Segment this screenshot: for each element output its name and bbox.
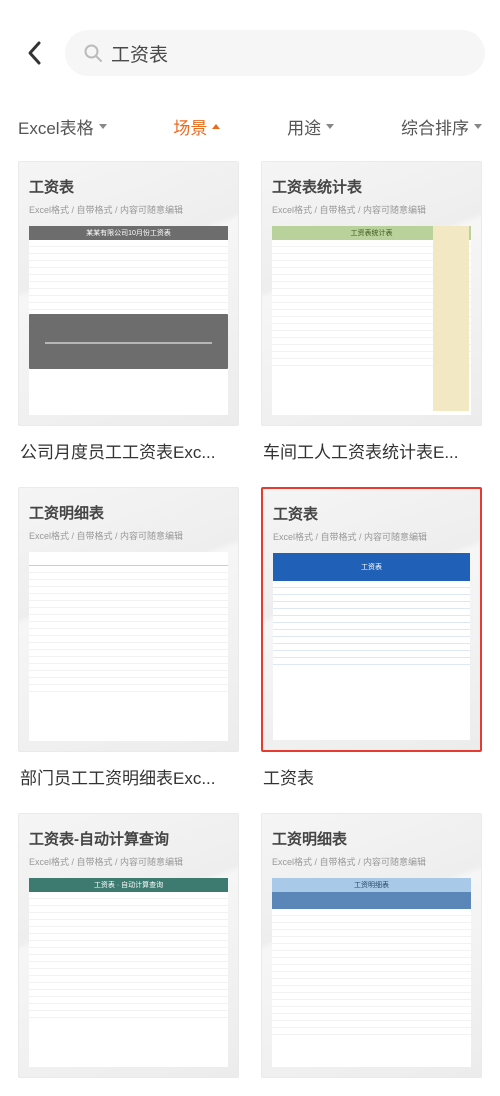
- back-button[interactable]: [15, 34, 53, 72]
- thumbnail-subtitle: Excel格式 / 自带格式 / 内容可随意编辑: [273, 530, 470, 543]
- thumbnail-subtitle: Excel格式 / 自带格式 / 内容可随意编辑: [29, 529, 228, 542]
- preview-banner: 工资明细表: [272, 878, 471, 892]
- template-thumbnail[interactable]: 工资表-自动计算查询 Excel格式 / 自带格式 / 内容可随意编辑工资表 · …: [18, 813, 239, 1078]
- thumbnail-preview: [29, 552, 228, 741]
- chevron-up-icon: [212, 124, 220, 129]
- template-card[interactable]: 工资明细表Excel格式 / 自带格式 / 内容可随意编辑工资明细表: [261, 813, 482, 1096]
- template-card[interactable]: 工资表统计表Excel格式 / 自带格式 / 内容可随意编辑工资表统计表车间工人…: [261, 161, 482, 469]
- thumbnail-subtitle: Excel格式 / 自带格式 / 内容可随意编辑: [272, 855, 471, 868]
- thumbnail-subtitle: Excel格式 / 自带格式 / 内容可随意编辑: [29, 203, 228, 216]
- template-thumbnail[interactable]: 工资表统计表Excel格式 / 自带格式 / 内容可随意编辑工资表统计表: [261, 161, 482, 426]
- thumbnail-title: 工资表-自动计算查询: [29, 828, 228, 849]
- template-grid: 工资表Excel格式 / 自带格式 / 内容可随意编辑某某有限公司10月份工资表…: [0, 161, 500, 1096]
- thumbnail-preview: 某某有限公司10月份工资表: [29, 226, 228, 415]
- search-query: 工资表: [111, 40, 168, 67]
- template-caption: [261, 1090, 482, 1096]
- template-card[interactable]: 工资明细表 Excel格式 / 自带格式 / 内容可随意编辑部门员工工资明细表Ex…: [18, 487, 239, 795]
- preview-banner: 工资表 · 自动计算查询: [29, 878, 228, 892]
- filter-bar: Excel表格 场景 用途 综合排序: [0, 96, 500, 161]
- chevron-down-icon: [326, 124, 334, 129]
- template-caption: [18, 1090, 239, 1096]
- thumbnail-preview: 工资表 · 自动计算查询: [29, 878, 228, 1067]
- thumbnail-preview: 工资表: [273, 553, 470, 740]
- template-caption: 公司月度员工工资表Exc...: [18, 438, 239, 469]
- chevron-left-icon: [26, 40, 42, 66]
- thumbnail-title: 工资明细表: [29, 502, 228, 523]
- filter-scene[interactable]: 场景: [173, 114, 220, 139]
- preview-banner: 某某有限公司10月份工资表: [29, 226, 228, 240]
- template-caption: 工资表: [261, 764, 482, 795]
- filter-use-label: 用途: [287, 114, 321, 139]
- chevron-down-icon: [474, 124, 482, 129]
- preview-chart: [29, 314, 228, 369]
- filter-sort[interactable]: 综合排序: [401, 114, 482, 139]
- thumbnail-subtitle: Excel格式 / 自带格式 / 内容可随意编辑: [272, 203, 471, 216]
- template-card[interactable]: 工资表Excel格式 / 自带格式 / 内容可随意编辑工资表工资表: [261, 487, 482, 795]
- thumbnail-subtitle: Excel格式 / 自带格式 / 内容可随意编辑: [29, 855, 228, 868]
- thumbnail-title: 工资表: [273, 503, 470, 524]
- template-caption: 部门员工工资明细表Exc...: [18, 764, 239, 795]
- template-thumbnail[interactable]: 工资明细表Excel格式 / 自带格式 / 内容可随意编辑工资明细表: [261, 813, 482, 1078]
- header: 工资表: [0, 0, 500, 96]
- template-caption: 车间工人工资表统计表E...: [261, 438, 482, 469]
- chevron-down-icon: [99, 124, 107, 129]
- template-thumbnail[interactable]: 工资表 Excel格式 / 自带格式 / 内容可随意编辑某某有限公司10月份工资表: [18, 161, 239, 426]
- thumbnail-preview: 工资明细表: [272, 878, 471, 1067]
- filter-use[interactable]: 用途: [287, 114, 334, 139]
- preview-banner: [29, 552, 228, 566]
- template-card[interactable]: 工资表-自动计算查询 Excel格式 / 自带格式 / 内容可随意编辑工资表 · …: [18, 813, 239, 1096]
- filter-scene-label: 场景: [173, 114, 207, 139]
- filter-format[interactable]: Excel表格: [18, 114, 107, 139]
- search-input[interactable]: 工资表: [65, 30, 485, 76]
- filter-sort-label: 综合排序: [401, 114, 469, 139]
- filter-format-label: Excel表格: [18, 114, 94, 139]
- template-card[interactable]: 工资表 Excel格式 / 自带格式 / 内容可随意编辑某某有限公司10月份工资表…: [18, 161, 239, 469]
- thumbnail-title: 工资表统计表: [272, 176, 471, 197]
- preview-banner: 工资表: [273, 553, 470, 581]
- thumbnail-preview: 工资表统计表: [272, 226, 471, 415]
- template-thumbnail[interactable]: 工资表Excel格式 / 自带格式 / 内容可随意编辑工资表: [261, 487, 482, 752]
- template-thumbnail[interactable]: 工资明细表 Excel格式 / 自带格式 / 内容可随意编辑: [18, 487, 239, 752]
- thumbnail-title: 工资表: [29, 176, 228, 197]
- search-icon: [83, 43, 103, 63]
- thumbnail-title: 工资明细表: [272, 828, 471, 849]
